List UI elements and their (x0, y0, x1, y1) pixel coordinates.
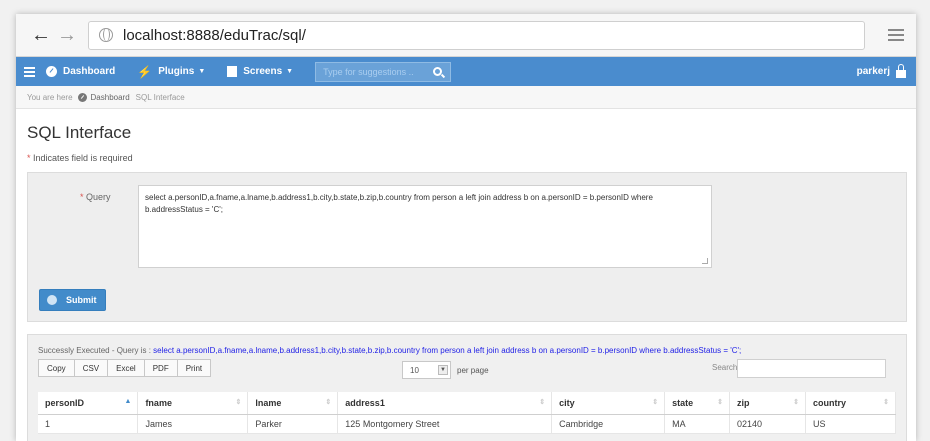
submit-label: Submit (66, 295, 97, 305)
query-label-text: Query (86, 192, 111, 202)
breadcrumb: You are here Dashboard SQL Interface (16, 86, 916, 109)
sort-icon: ⇕ (793, 399, 799, 406)
table-search-label: Search: (712, 363, 740, 372)
excel-button[interactable]: Excel (107, 359, 145, 377)
results-panel: Successly Executed - Query is : select a… (27, 334, 907, 441)
browser-toolbar: ← → localhost:8888/eduTrac/sql/ (16, 14, 916, 57)
nav-search-input[interactable]: Type for suggestions .. (315, 61, 452, 82)
nav-plugins[interactable]: ⚡ Plugins ▼ (137, 65, 205, 79)
caret-down-icon: ▼ (286, 68, 294, 75)
back-arrow-icon[interactable]: ← (28, 24, 54, 47)
screen-icon (227, 66, 238, 77)
username: parkerj (856, 66, 890, 77)
table-cell: Cambridge (551, 414, 666, 434)
table-cell: James (137, 414, 249, 434)
table-row: 1 James Parker 125 Montgomery Street Cam… (38, 414, 897, 434)
nav-plugins-label: Plugins (158, 66, 195, 77)
browser-window: ← → localhost:8888/eduTrac/sql/ Dashboar… (16, 14, 916, 441)
column-header-city[interactable]: city ⇕ (551, 392, 666, 415)
breadcrumb-home-link[interactable]: Dashboard (77, 92, 130, 102)
url-text: localhost:8888/eduTrac/sql/ (123, 26, 306, 44)
table-cell: Parker (247, 414, 339, 434)
column-header-state[interactable]: state ⇕ (664, 392, 731, 415)
column-header-lname[interactable]: lname ⇕ (247, 392, 339, 415)
sort-icon: ⇕ (883, 399, 889, 406)
submit-button[interactable]: Submit (39, 289, 106, 311)
pdf-button[interactable]: PDF (143, 359, 178, 377)
check-icon (47, 295, 57, 305)
breadcrumb-prefix: You are here (27, 92, 73, 102)
copy-button[interactable]: Copy (38, 359, 75, 377)
browser-menu-icon[interactable] (888, 26, 904, 44)
forward-arrow-icon[interactable]: → (54, 24, 80, 47)
sort-icon: ⇕ (325, 399, 332, 406)
nav-screens-label: Screens (243, 66, 283, 77)
main-content: SQL Interface * Indicates field is requi… (16, 123, 916, 441)
query-label: * Query (80, 192, 111, 202)
caret-down-icon: ▼ (198, 68, 206, 75)
sort-icon: ⇕ (539, 399, 546, 406)
per-page-value: 10 (410, 365, 419, 375)
per-page-label: per page (457, 365, 489, 375)
per-page-select[interactable]: 10 ▼ (402, 361, 451, 379)
query-text: select a.personID,a.fname,a.lname,b.addr… (145, 193, 653, 214)
page-title: SQL Interface (27, 123, 132, 142)
status-query: select a.personID,a.fname,a.lname,b.addr… (153, 346, 742, 355)
table-cell: 1 (38, 414, 139, 434)
status-message: Successly Executed - Query is : select a… (38, 346, 741, 355)
dashboard-icon (46, 66, 57, 77)
nav-search-placeholder: Type for suggestions .. (323, 66, 414, 77)
query-textarea[interactable]: select a.personID,a.fname,a.lname,b.addr… (138, 185, 712, 268)
column-header-zip[interactable]: zip ⇕ (729, 392, 806, 415)
app-navbar: Dashboard ⚡ Plugins ▼ Screens ▼ Type for… (16, 57, 916, 86)
required-note: * Indicates field is required (27, 153, 907, 163)
dashboard-icon (77, 92, 87, 102)
lock-icon (896, 63, 906, 78)
user-menu[interactable]: parkerj (856, 63, 906, 78)
column-header-address1[interactable]: address1 ⇕ (337, 392, 553, 415)
dropdown-arrow-icon: ▼ (438, 365, 448, 375)
print-button[interactable]: Print (176, 359, 212, 377)
query-required-star: * (80, 192, 84, 202)
export-toolbar: Copy CSV Excel PDF Print (38, 359, 212, 377)
table-cell: US (805, 414, 897, 434)
search-icon[interactable] (433, 67, 443, 76)
address-bar[interactable]: localhost:8888/eduTrac/sql/ (88, 20, 865, 50)
sort-icon: ⇕ (717, 399, 724, 406)
table-search-input[interactable] (737, 359, 886, 378)
results-table: personID ▲ fname ⇕ lname ⇕ address1 ⇕ city ⇕ … (38, 392, 897, 434)
resize-handle-icon[interactable] (702, 258, 708, 264)
nav-screens[interactable]: Screens ▼ (227, 66, 293, 77)
table-cell: 125 Montgomery Street (337, 414, 553, 434)
hamburger-icon[interactable] (16, 65, 46, 79)
nav-dashboard[interactable]: Dashboard (46, 66, 115, 77)
required-text: Indicates field is required (33, 153, 133, 163)
sort-icon: ⇕ (652, 399, 659, 406)
per-page-control: 10 ▼ per page (402, 361, 489, 379)
csv-button[interactable]: CSV (73, 359, 109, 377)
globe-icon (99, 28, 113, 42)
column-header-fname[interactable]: fname ⇕ (137, 392, 249, 415)
table-cell: MA (664, 414, 731, 434)
breadcrumb-home-label: Dashboard (90, 92, 130, 102)
required-star: * (27, 153, 31, 163)
table-cell: 02140 (729, 414, 806, 434)
breadcrumb-current: SQL Interface (135, 92, 185, 102)
nav-dashboard-label: Dashboard (63, 66, 116, 77)
table-header-row: personID ▲ fname ⇕ lname ⇕ address1 ⇕ city ⇕ … (38, 392, 897, 415)
query-form: * Query select a.personID,a.fname,a.lnam… (27, 172, 907, 322)
sort-asc-icon: ▲ (124, 398, 132, 405)
column-header-country[interactable]: country ⇕ (805, 392, 897, 415)
plug-icon: ⚡ (137, 64, 153, 79)
status-prefix: Successly Executed - Query is : (38, 346, 151, 355)
column-header-personid[interactable]: personID ▲ (38, 392, 139, 415)
sort-icon: ⇕ (235, 399, 242, 406)
